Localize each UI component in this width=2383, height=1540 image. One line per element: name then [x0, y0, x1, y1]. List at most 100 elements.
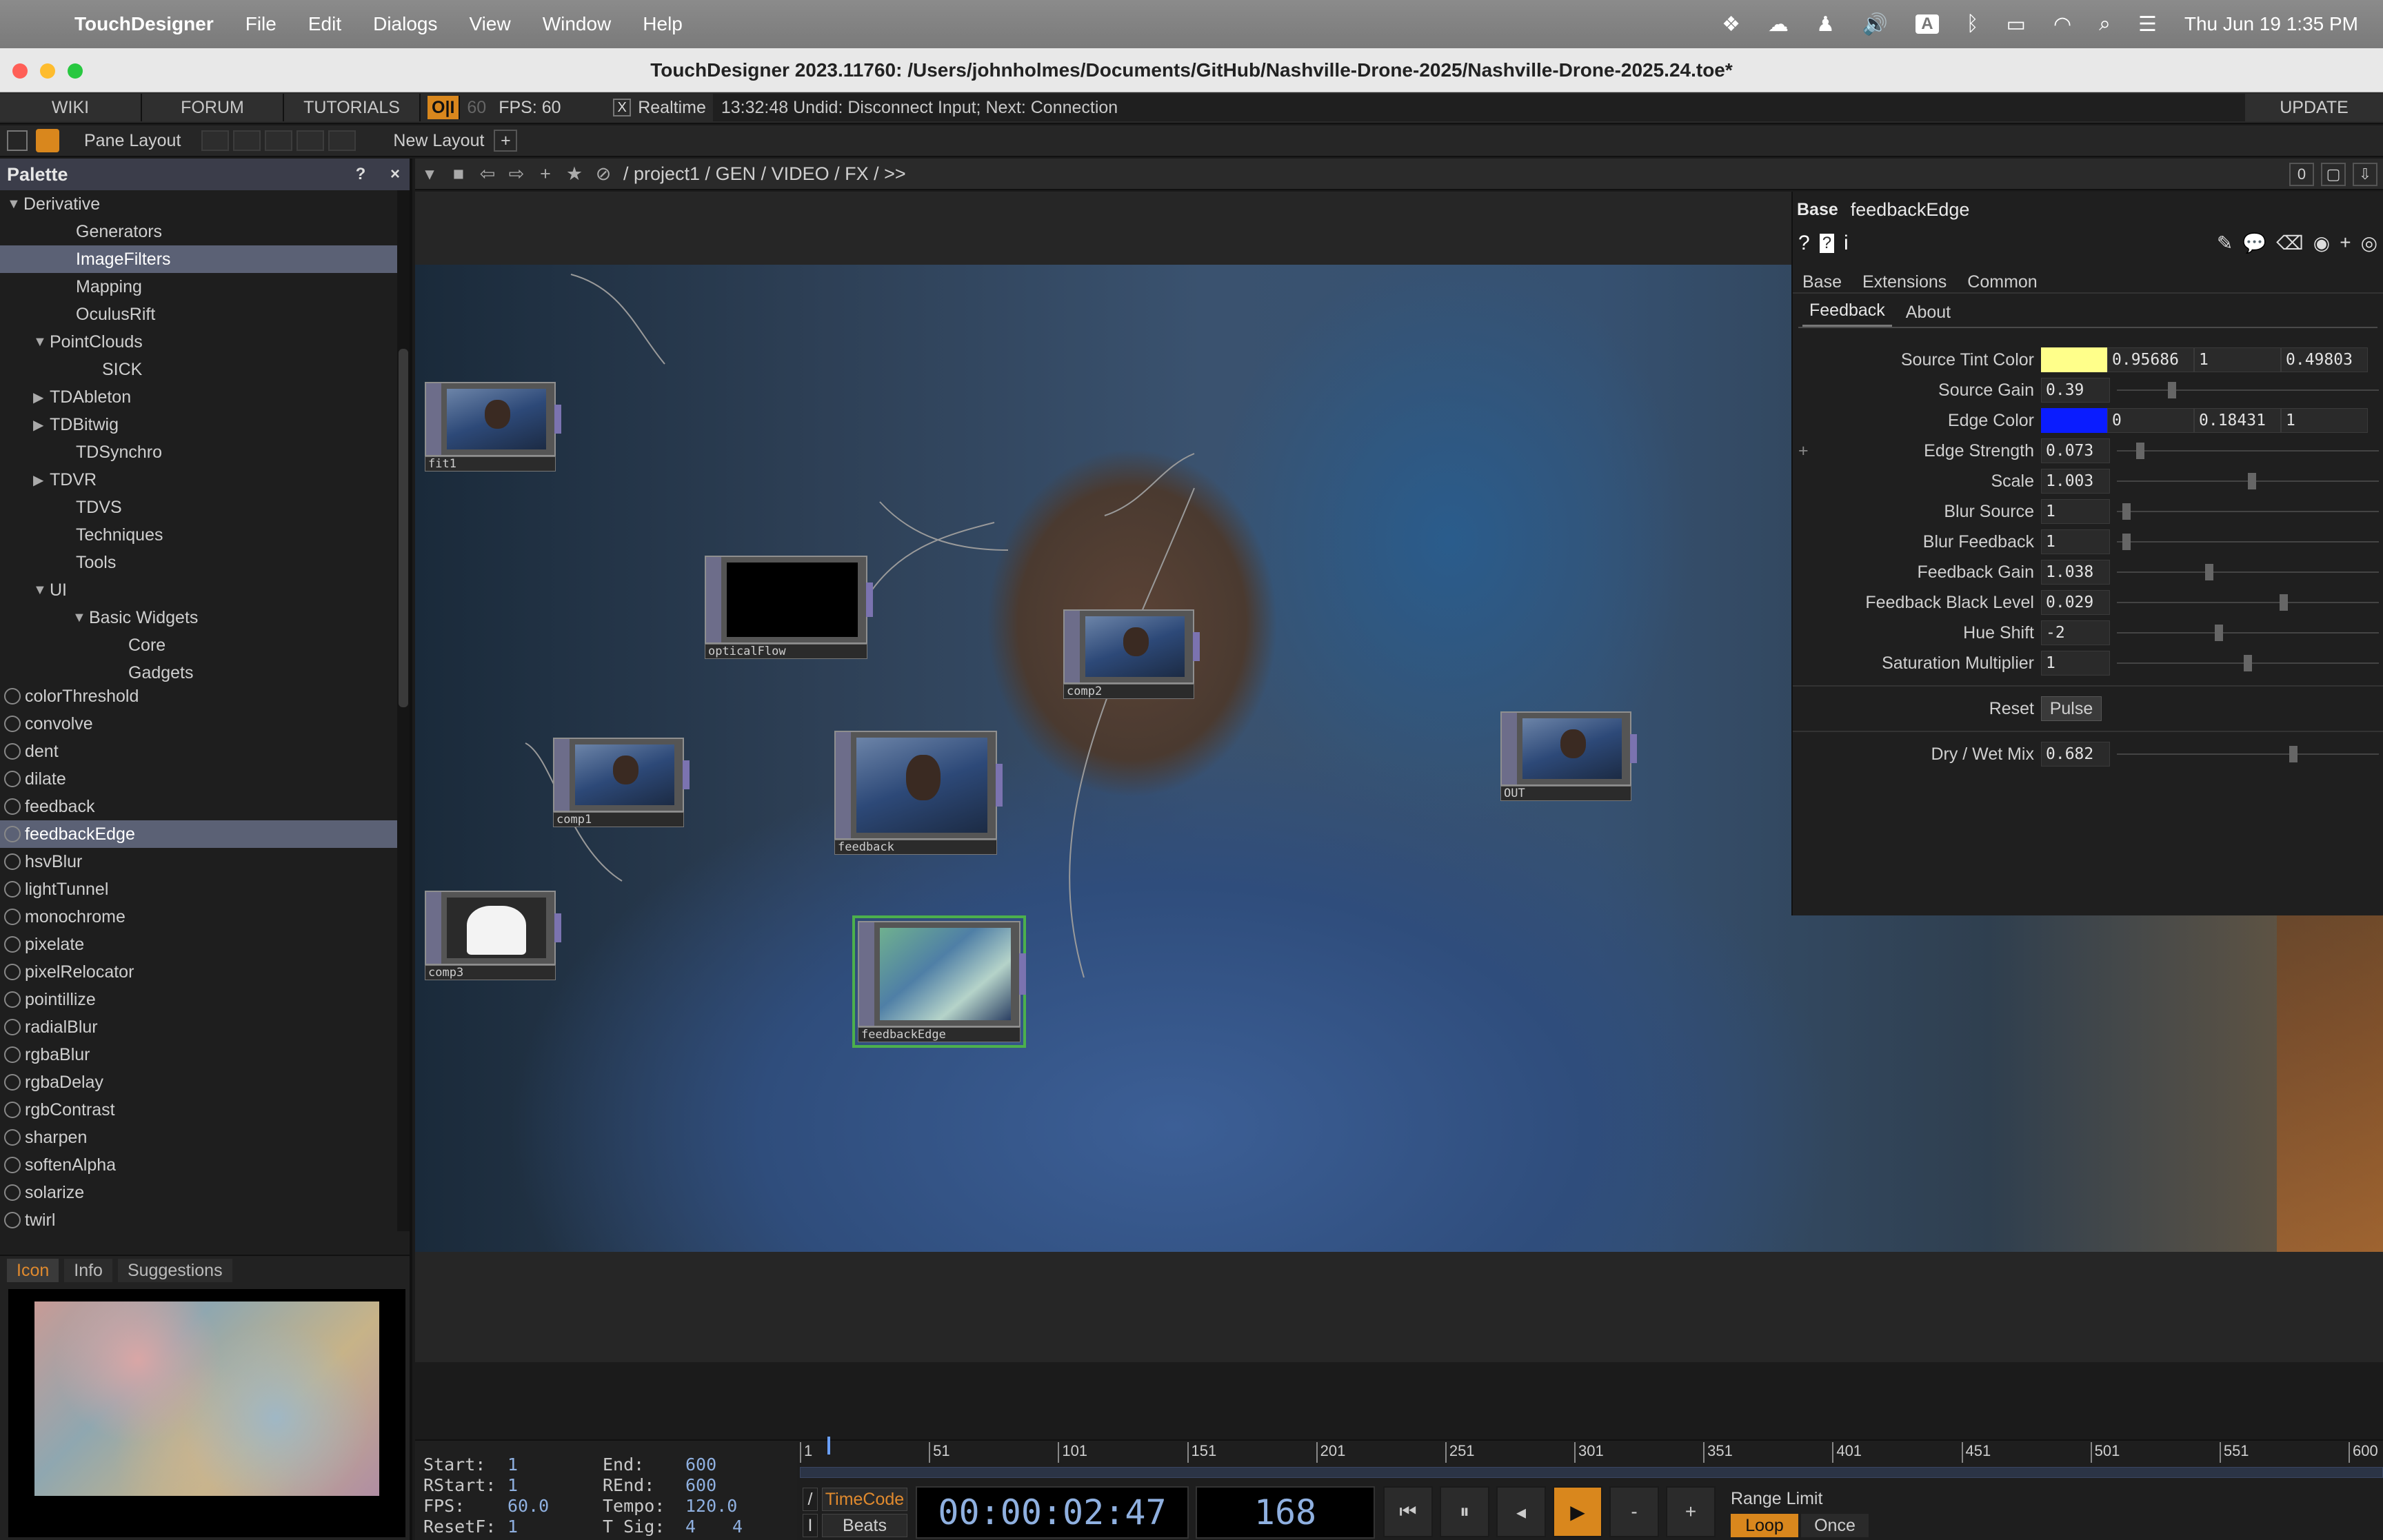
tsig-b[interactable]: 4: [732, 1517, 743, 1537]
tab-icon[interactable]: Icon: [7, 1259, 59, 1282]
menu-app-name[interactable]: TouchDesigner: [74, 13, 214, 35]
palette-list-item[interactable]: rgbaBlur: [0, 1041, 399, 1068]
palette-close-button[interactable]: ×: [383, 163, 407, 186]
tab-extensions[interactable]: Extensions: [1862, 272, 1947, 292]
chevron-right-icon[interactable]: ▶: [33, 389, 50, 406]
reset-pulse-button[interactable]: Pulse: [2041, 696, 2102, 721]
volume-icon[interactable]: 🔊: [1862, 12, 1888, 37]
source-gain-slider[interactable]: [2117, 382, 2379, 398]
source-tint-a[interactable]: 0.49803: [2281, 347, 2368, 372]
update-button[interactable]: UPDATE: [2245, 94, 2383, 121]
palette-tree-item[interactable]: ▼ Basic Widgets: [0, 604, 410, 631]
palette-list-item[interactable]: sharpen: [0, 1124, 399, 1151]
slider-knob[interactable]: [2205, 564, 2213, 580]
source-tint-g[interactable]: 0.95686: [2107, 347, 2194, 372]
palette-scrollbar[interactable]: [397, 190, 410, 1231]
dry-wet-slider[interactable]: [2117, 746, 2379, 762]
node-feedbackedge[interactable]: feedbackEdge: [852, 915, 1026, 1048]
node-out[interactable]: OUT: [1500, 711, 1637, 801]
timecode-button[interactable]: TimeCode: [822, 1488, 907, 1511]
palette-list-item[interactable]: twirl: [0, 1206, 399, 1234]
hue-shift-slider[interactable]: [2117, 625, 2379, 641]
node-opticalflow[interactable]: opticalFlow: [705, 556, 873, 659]
timeline-ruler[interactable]: 1 51 101 151 201 251 301 351 401 451 501 551 600: [800, 1441, 2383, 1466]
edge-plus-icon[interactable]: +: [1798, 441, 1809, 461]
add-param-icon[interactable]: +: [2340, 232, 2351, 254]
timecode-slash[interactable]: /: [803, 1488, 818, 1511]
layout-four-icon[interactable]: [328, 130, 356, 151]
dropbox-icon[interactable]: ❖: [1722, 12, 1740, 37]
slider-knob[interactable]: [2122, 534, 2131, 550]
chevron-down-icon[interactable]: ▼: [72, 610, 89, 626]
link-icon[interactable]: ⊘: [589, 163, 618, 185]
node-fit1[interactable]: fit1: [425, 382, 561, 472]
feedback-gain-field[interactable]: 1.038: [2041, 560, 2110, 585]
pause-button[interactable]: ⏸: [1440, 1486, 1489, 1537]
palette-list-item[interactable]: lightTunnel: [0, 875, 399, 903]
resetf-value[interactable]: 1: [507, 1517, 518, 1537]
pane-maximize-icon[interactable]: ▢: [2321, 163, 2346, 186]
palette-tree-item[interactable]: ▶ TDBitwig: [0, 411, 410, 438]
scale-field[interactable]: 1.003: [2041, 469, 2110, 494]
palette-list-item[interactable]: pointillize: [0, 986, 399, 1013]
timeline-range-bar[interactable]: [800, 1467, 2383, 1478]
saturation-slider[interactable]: [2117, 655, 2379, 671]
edge-color-g[interactable]: 0.18431: [2194, 408, 2281, 433]
bookmark-icon[interactable]: ★: [560, 163, 589, 185]
edge-color-swatch[interactable]: [2041, 408, 2107, 433]
menu-edit[interactable]: Edit: [308, 13, 341, 35]
palette-list-item[interactable]: feedback: [0, 793, 399, 820]
control-center-icon[interactable]: ☰: [2138, 12, 2157, 37]
menu-dialogs[interactable]: Dialogs: [373, 13, 437, 35]
edge-color-b[interactable]: 1: [2281, 408, 2368, 433]
fps-value[interactable]: 60.0: [507, 1496, 549, 1516]
network-pane-icon[interactable]: [7, 130, 28, 151]
end-value[interactable]: 600: [685, 1455, 716, 1475]
info-icon[interactable]: i: [1844, 232, 1849, 255]
target-icon[interactable]: ◎: [2361, 232, 2377, 254]
palette-list-item[interactable]: radialBlur: [0, 1013, 399, 1041]
pane-down-icon[interactable]: ⇩: [2353, 163, 2377, 186]
palette-list-item[interactable]: pixelRelocator: [0, 958, 399, 986]
palette-list-item[interactable]: dent: [0, 738, 399, 765]
python-help-icon[interactable]: ?: [1819, 234, 1835, 253]
eraser-icon[interactable]: ⌫: [2276, 232, 2304, 254]
palette-scroll-thumb[interactable]: [399, 349, 408, 707]
tutorials-button[interactable]: TUTORIALS: [284, 94, 421, 121]
once-button[interactable]: Once: [1801, 1514, 1869, 1537]
step-back-button[interactable]: ◂: [1496, 1486, 1546, 1537]
palette-list-item[interactable]: convolve: [0, 710, 399, 738]
network-counter[interactable]: 0: [2289, 163, 2314, 186]
palette-tree-item[interactable]: Mapping: [0, 273, 410, 301]
layout-split-v-icon[interactable]: [233, 130, 261, 151]
loop-button[interactable]: Loop: [1731, 1514, 1798, 1537]
palette-list-item[interactable]: dilate: [0, 765, 399, 793]
palette-tree-item[interactable]: ImageFilters: [0, 245, 410, 273]
help-icon[interactable]: ?: [1798, 232, 1810, 255]
chevron-down-icon[interactable]: ▼: [33, 334, 50, 350]
start-value[interactable]: 1: [507, 1455, 518, 1475]
palette-tree-item[interactable]: TDVS: [0, 494, 410, 521]
battery-icon[interactable]: ▭: [2007, 12, 2026, 37]
chevron-down-icon[interactable]: ▼: [7, 196, 23, 212]
menu-file[interactable]: File: [245, 13, 276, 35]
minimize-window-button[interactable]: [40, 63, 55, 79]
back-icon[interactable]: ⇦: [473, 163, 502, 185]
blur-feedback-slider[interactable]: [2117, 534, 2379, 550]
slider-knob[interactable]: [2244, 655, 2252, 671]
palette-tree-item[interactable]: Tools: [0, 549, 410, 576]
layout-split-h-icon[interactable]: [265, 130, 293, 151]
beats-bar[interactable]: I: [803, 1514, 818, 1537]
blur-source-field[interactable]: 1: [2041, 499, 2110, 524]
add-layout-button[interactable]: +: [494, 130, 518, 152]
forward-icon[interactable]: ⇨: [502, 163, 531, 185]
slider-knob[interactable]: [2168, 382, 2176, 398]
wifi-icon[interactable]: ◠: [2053, 12, 2071, 37]
palette-list-item[interactable]: colorThreshold: [0, 682, 399, 710]
forum-button[interactable]: FORUM: [142, 94, 284, 121]
palette-list-item[interactable]: solarize: [0, 1179, 399, 1206]
node-comp3[interactable]: comp3: [425, 891, 561, 980]
edit-icon[interactable]: ✎: [2217, 232, 2233, 254]
step-plus-button[interactable]: +: [1666, 1486, 1716, 1537]
param-op-name[interactable]: feedbackEdge: [1851, 199, 1970, 221]
